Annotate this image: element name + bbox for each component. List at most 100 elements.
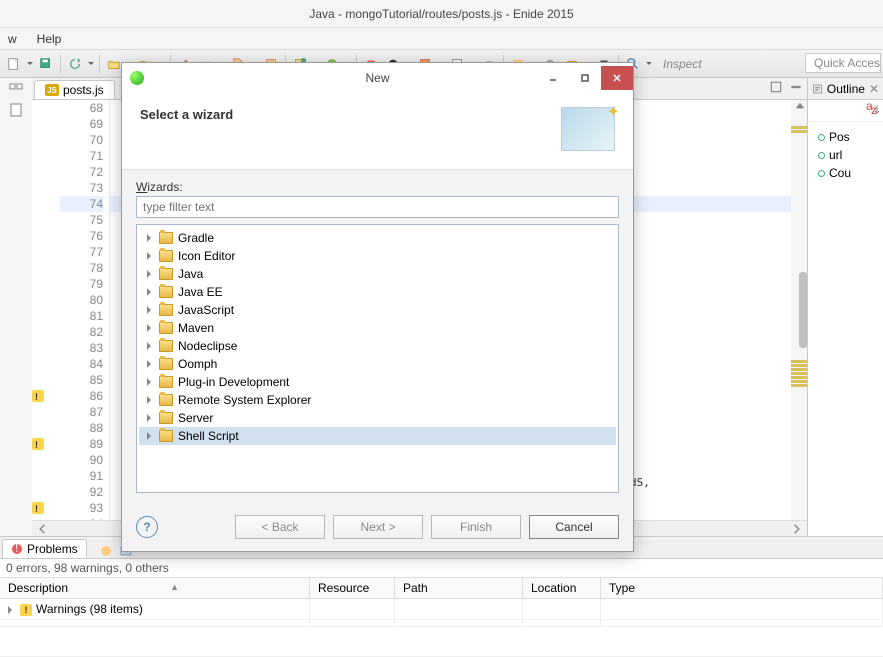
problems-tab[interactable]: ! Problems: [2, 539, 87, 558]
scroll-up-icon[interactable]: [793, 100, 807, 114]
folder-icon: [159, 358, 173, 370]
outline-item[interactable]: url: [812, 146, 879, 164]
outline-body: Pos url Cou: [808, 122, 883, 188]
wizard-tree[interactable]: GradleIcon EditorJavaJava EEJavaScriptMa…: [136, 224, 619, 493]
problems-table-header: Description▲ Resource Path Location Type: [0, 577, 883, 599]
folder-icon: [159, 394, 173, 406]
problems-tab-label: Problems: [27, 542, 78, 556]
wizard-tree-item[interactable]: Remote System Explorer: [139, 391, 616, 409]
line-number-ruler: 6869707172737475767778798081828384858687…: [60, 100, 110, 520]
overview-ruler[interactable]: [791, 100, 807, 520]
problems-icon: !: [11, 543, 23, 555]
wizard-tree-item[interactable]: Plug-in Development: [139, 373, 616, 391]
wizard-tree-item[interactable]: Shell Script: [139, 427, 616, 445]
window-title-bar: Java - mongoTutorial/routes/posts.js - E…: [0, 0, 883, 28]
window-title: Java - mongoTutorial/routes/posts.js - E…: [309, 7, 573, 21]
method-icon: [818, 170, 825, 177]
wizard-tree-item[interactable]: JavaScript: [139, 301, 616, 319]
help-button[interactable]: ?: [136, 516, 158, 538]
outline-close-x[interactable]: ✕: [869, 82, 879, 96]
dialog-app-icon: [130, 71, 144, 85]
search-dropdown[interactable]: [645, 55, 653, 73]
outline-panel: Outline ✕ az Pos url Cou: [807, 78, 883, 536]
dialog-minimize-button[interactable]: [537, 66, 569, 90]
folder-icon: [159, 340, 173, 352]
left-gutter: [0, 78, 32, 536]
problems-row-warnings[interactable]: !Warnings (98 items): [0, 599, 883, 620]
dialog-header: Select a wizard: [122, 93, 633, 170]
cancel-button[interactable]: Cancel: [529, 515, 619, 539]
dialog-footer: ? < Back Next > Finish Cancel: [122, 503, 633, 551]
folder-icon: [159, 430, 173, 442]
folder-icon: [159, 232, 173, 244]
marker-bar: [32, 100, 60, 520]
editor-tab-posts[interactable]: JS posts.js: [34, 80, 115, 99]
folder-icon: [159, 250, 173, 262]
outline-item[interactable]: Pos: [812, 128, 879, 146]
menu-item-w[interactable]: w: [4, 30, 21, 48]
folder-icon: [159, 376, 173, 388]
dialog-title: New: [365, 71, 389, 85]
problems-summary: 0 errors, 98 warnings, 0 others: [0, 559, 883, 577]
finish-button[interactable]: Finish: [431, 515, 521, 539]
wizards-label: Wizards:: [136, 180, 619, 194]
wizard-tree-item[interactable]: Oomph: [139, 355, 616, 373]
folder-icon: [159, 268, 173, 280]
problems-panel: ! Problems 0 errors, 98 warnings, 0 othe…: [0, 536, 883, 656]
wizard-tree-item[interactable]: Java: [139, 265, 616, 283]
wizard-banner-icon: [561, 107, 615, 151]
folder-icon: [159, 304, 173, 316]
wizard-tree-item[interactable]: Gradle: [139, 229, 616, 247]
package-explorer-icon[interactable]: [8, 82, 24, 98]
wizard-tree-item[interactable]: Maven: [139, 319, 616, 337]
navigator-icon[interactable]: [8, 102, 24, 118]
scroll-left-icon[interactable]: [36, 522, 50, 536]
col-type[interactable]: Type: [601, 578, 883, 598]
menu-item-help[interactable]: Help: [33, 30, 66, 48]
dialog-maximize-button[interactable]: [569, 66, 601, 90]
editor-tab-label: posts.js: [63, 83, 104, 97]
back-button[interactable]: < Back: [235, 515, 325, 539]
wizard-filter-input[interactable]: [136, 196, 619, 218]
scroll-thumb[interactable]: [799, 272, 807, 348]
wizard-tree-item[interactable]: Icon Editor: [139, 247, 616, 265]
folder-icon: [159, 286, 173, 298]
wizard-tree-item[interactable]: Server: [139, 409, 616, 427]
outline-tools: az: [808, 100, 883, 122]
inspect-label: Inspect: [663, 57, 702, 71]
save-all-icon[interactable]: [36, 54, 56, 74]
method-icon: [818, 152, 825, 159]
sort-az-icon[interactable]: az: [865, 102, 879, 119]
new-dropdown[interactable]: [26, 55, 34, 73]
refresh-dropdown[interactable]: [87, 55, 95, 73]
new-icon[interactable]: [4, 54, 24, 74]
method-icon: [818, 134, 825, 141]
dialog-close-button[interactable]: [601, 66, 633, 90]
col-description[interactable]: Description▲: [0, 578, 310, 598]
problems-table: Description▲ Resource Path Location Type…: [0, 577, 883, 656]
col-resource[interactable]: Resource: [310, 578, 395, 598]
expand-icon[interactable]: [8, 606, 16, 614]
outline-icon: [812, 82, 823, 96]
outline-header: Outline ✕: [808, 78, 883, 100]
refresh-icon[interactable]: [65, 54, 85, 74]
quick-access[interactable]: Quick Access: [805, 53, 881, 73]
svg-text:z: z: [871, 103, 877, 116]
new-wizard-dialog: New Select a wizard Wizards: GradleIcon …: [121, 62, 634, 552]
menu-bar: w Help: [0, 28, 883, 50]
maximize-view-icon[interactable]: [789, 80, 803, 94]
folder-icon: [159, 322, 173, 334]
svg-text:!: !: [15, 543, 18, 555]
dialog-title-bar[interactable]: New: [122, 63, 633, 93]
wizard-tree-item[interactable]: Java EE: [139, 283, 616, 301]
minimize-view-icon[interactable]: [769, 80, 783, 94]
scroll-right-icon[interactable]: [789, 522, 803, 536]
col-location[interactable]: Location: [523, 578, 601, 598]
outline-item[interactable]: Cou: [812, 164, 879, 182]
wizard-tree-item[interactable]: Nodeclipse: [139, 337, 616, 355]
next-button[interactable]: Next >: [333, 515, 423, 539]
js-file-icon: JS: [45, 84, 59, 96]
warning-icon: !: [20, 604, 32, 616]
prev-tab-icon[interactable]: [99, 544, 113, 558]
col-path[interactable]: Path: [395, 578, 523, 598]
